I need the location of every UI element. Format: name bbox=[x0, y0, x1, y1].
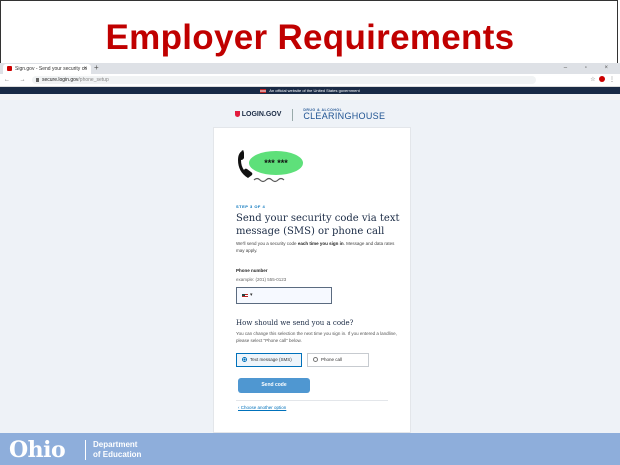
send-code-button[interactable]: Send code bbox=[238, 378, 310, 393]
star-icon[interactable]: ☆ bbox=[590, 77, 595, 83]
phone-setup-card: *** *** STEP 3 OF 4 Send your security c… bbox=[213, 127, 411, 433]
browser-window: Sign.gov - Send your security co × + – ▫… bbox=[0, 63, 620, 433]
shield-icon bbox=[234, 111, 240, 118]
brand-header: LOGIN.GOV DRUG & ALCOHOL CLEARINGHOUSE bbox=[0, 106, 620, 122]
phone-label: Phone number bbox=[236, 268, 268, 273]
phone-illustration-icon: *** *** bbox=[238, 150, 303, 183]
page-heading: Send your security code via text message… bbox=[236, 213, 400, 237]
ohio-logo: Ohio bbox=[9, 437, 66, 463]
tab-title: Sign.gov - Send your security co bbox=[15, 66, 87, 72]
choose-another-option-link[interactable]: ‹ Choose another option bbox=[238, 405, 286, 410]
intro-text: We'll send you a security code each time… bbox=[236, 241, 395, 253]
step-indicator: STEP 3 OF 4 bbox=[236, 204, 266, 209]
option-phone-call[interactable]: Phone call bbox=[307, 353, 369, 367]
footer-divider bbox=[85, 440, 86, 460]
toolbar-right: ☆ ⋮ bbox=[590, 74, 615, 86]
url-host: secure.login.gov bbox=[42, 77, 79, 83]
department-name: Department of Education bbox=[93, 440, 142, 459]
gov-banner-text: An official website of the United States… bbox=[269, 88, 360, 93]
clearinghouse-logo: DRUG & ALCOHOL CLEARINGHOUSE bbox=[303, 108, 386, 122]
slide-footer: Ohio Department of Education bbox=[0, 433, 620, 465]
divider bbox=[236, 400, 388, 401]
gov-banner: An official website of the United States… bbox=[0, 87, 620, 94]
window-controls[interactable]: – ▫ × bbox=[564, 63, 616, 73]
url-field[interactable]: secure.login.gov/phone_setup bbox=[32, 76, 536, 84]
cord-icon bbox=[253, 177, 285, 183]
slide-title: Employer Requirements bbox=[105, 18, 515, 57]
profile-icon[interactable] bbox=[599, 76, 606, 82]
address-bar: ← → C secure.login.gov/phone_setup ☆ ⋮ bbox=[0, 74, 620, 87]
us-flag-icon bbox=[242, 294, 248, 298]
browser-tab[interactable]: Sign.gov - Send your security co × bbox=[3, 64, 91, 74]
tab-bar: Sign.gov - Send your security co × + – ▫… bbox=[0, 63, 620, 74]
phone-number-input[interactable]: ▾ bbox=[236, 287, 332, 304]
close-tab-icon[interactable]: × bbox=[83, 64, 87, 74]
new-tab-icon[interactable]: + bbox=[94, 63, 99, 73]
lock-icon bbox=[36, 77, 39, 82]
option-text-message[interactable]: Text message (SMS) bbox=[236, 353, 302, 367]
delivery-heading: How should we send you a code? bbox=[236, 319, 354, 327]
url-path: /phone_setup bbox=[78, 77, 109, 83]
page-body: LOGIN.GOV DRUG & ALCOHOL CLEARINGHOUSE *… bbox=[0, 100, 620, 433]
login-gov-logo: LOGIN.GOV bbox=[234, 111, 281, 118]
radio-icon[interactable] bbox=[313, 357, 318, 362]
radio-selected-icon[interactable] bbox=[242, 357, 247, 362]
phone-hint: example: (201) 555-0123 bbox=[236, 277, 287, 282]
masked-code-text: *** *** bbox=[264, 158, 288, 168]
favicon-icon bbox=[7, 66, 12, 71]
menu-icon[interactable]: ⋮ bbox=[609, 77, 615, 83]
us-flag-icon bbox=[260, 88, 267, 93]
country-dropdown-icon[interactable]: ▾ bbox=[250, 292, 253, 298]
brand-divider bbox=[291, 108, 293, 121]
delivery-help-text: You can change this selection the next t… bbox=[236, 331, 397, 343]
